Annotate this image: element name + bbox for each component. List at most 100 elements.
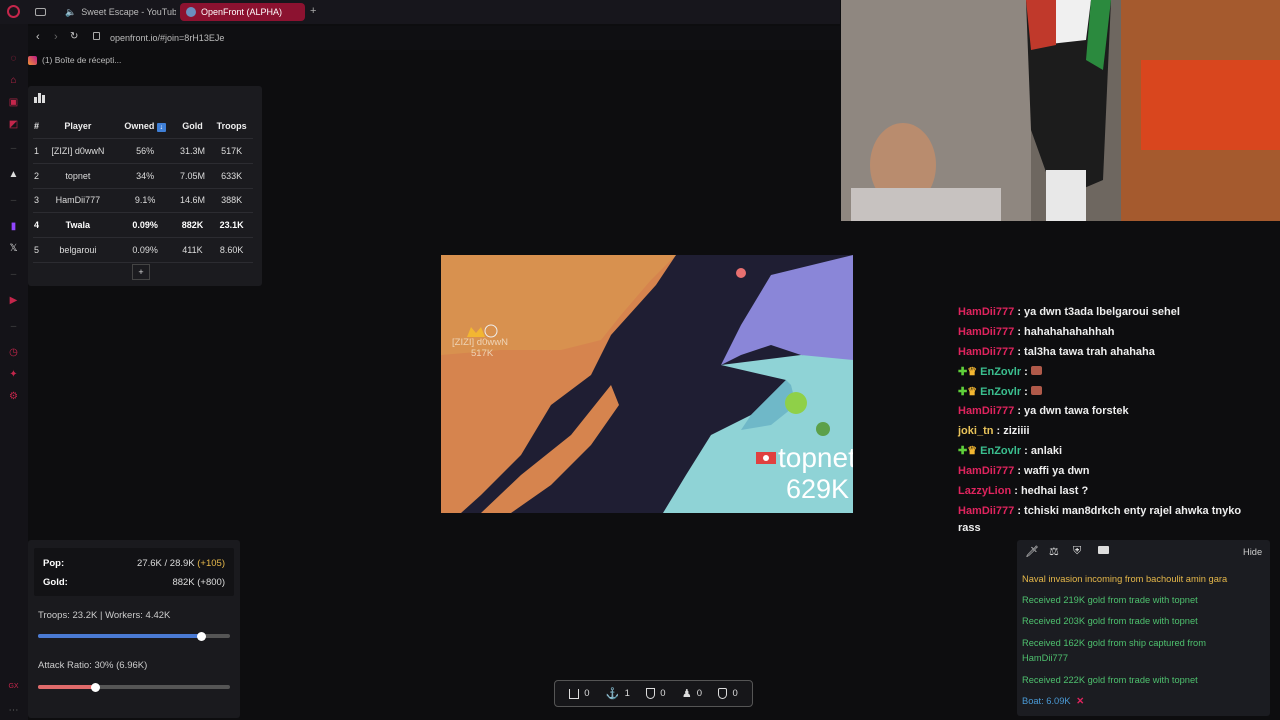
chat-username[interactable]: EnZovlr [980, 386, 1021, 398]
player-stats-panel: Pop: 27.6K / 28.9K (+105) Gold: 882K (+8… [28, 540, 240, 718]
lock-icon [93, 32, 100, 40]
history-icon[interactable]: ◷ [7, 346, 20, 359]
alliance-filter-icon[interactable]: ⛨ [1073, 545, 1081, 558]
row-player: Twala [40, 212, 116, 238]
map-label-topnet-name: topnet [778, 442, 853, 473]
events-hide-button[interactable]: Hide [1243, 547, 1262, 557]
chat-username[interactable]: HamDii777 [958, 346, 1014, 358]
leaderboard-row[interactable]: 2 topnet 34% 7.05M 633K [33, 163, 253, 189]
speaker-icon[interactable]: 🔈 [65, 7, 76, 18]
webcam-overlay [841, 0, 1280, 221]
divider-icon: – [10, 321, 17, 332]
chat-username[interactable]: LazzyLion [958, 485, 1011, 497]
row-rank: 3 [33, 188, 41, 214]
games-icon[interactable]: ▣ [7, 96, 20, 109]
settings-icon[interactable]: ⚙ [7, 390, 20, 403]
build-sam[interactable]: 0 [718, 688, 738, 699]
chat-text: : [1021, 365, 1031, 378]
row-player: belgaroui [40, 237, 116, 263]
row-gold: 882K [174, 212, 211, 238]
arc-icon[interactable]: ▲ [7, 168, 20, 181]
leaderboard-row[interactable]: 3 HamDii777 9.1% 14.6M 388K [33, 188, 253, 214]
moderator-badge-icon: ✚ [958, 385, 968, 398]
chat-username[interactable]: HamDii777 [958, 465, 1014, 477]
stream-chat: HamDii777 : ya dwn t3ada lbelgaroui sehe… [958, 303, 1278, 539]
row-troops: 23.1K [210, 212, 253, 238]
trade-filter-icon[interactable]: ⚖ [1049, 545, 1059, 558]
boat-label: Boat: 6.09K [1022, 696, 1071, 706]
emote-icon [1030, 385, 1042, 395]
leaderboard-header-row: # Player Owned ↓ Gold Troops [33, 114, 253, 140]
header-gold[interactable]: Gold [174, 114, 211, 140]
build-city[interactable]: 0 [569, 688, 589, 699]
boat-close-icon[interactable]: ✕ [1076, 696, 1084, 706]
twitch-icon[interactable]: ▮ [7, 220, 20, 233]
troops-slider-handle[interactable] [196, 631, 206, 641]
row-troops: 8.60K [210, 237, 253, 263]
bookmark-inbox[interactable]: (1) Boîte de récepti... [42, 55, 121, 65]
chat-username[interactable]: HamDii777 [958, 306, 1014, 318]
tab-youtube-label: Sweet Escape - YouTube [81, 7, 176, 17]
moderator-badge-icon: ✚ [958, 365, 968, 378]
back-icon[interactable]: ‹ [36, 31, 40, 43]
leaderboard-row[interactable]: 5 belgaroui 0.09% 411K 8.60K [33, 237, 253, 263]
chat-username[interactable]: EnZovlr [980, 445, 1021, 457]
chat-username[interactable]: HamDii777 [958, 326, 1014, 338]
attack-slider-handle[interactable] [91, 682, 101, 692]
row-player: HamDii777 [40, 188, 116, 214]
tab-switcher-icon[interactable] [35, 8, 46, 16]
sword-filter-icon[interactable]: 🗡 [1025, 545, 1039, 558]
more-icon[interactable]: ⋯ [7, 704, 20, 717]
map-unit-marker [816, 422, 830, 436]
event-trade-gold: Received 203K gold from trade with topne… [1022, 616, 1198, 626]
leaderboard-row-self[interactable]: 4 Twala 0.09% 882K 23.1K [33, 212, 253, 238]
shopping-icon[interactable]: ⌂ [7, 74, 20, 87]
reload-icon[interactable]: ↻ [70, 31, 78, 42]
tab-youtube[interactable]: 🔈 Sweet Escape - YouTube [54, 3, 176, 21]
chat-username[interactable]: joki_tn [958, 425, 993, 437]
chat-username[interactable]: HamDii777 [958, 405, 1014, 417]
attack-slider-fill [38, 685, 96, 689]
tab-openfront[interactable]: OpenFront (ALPHA) [180, 3, 305, 21]
chat-username[interactable]: HamDii777 [958, 505, 1014, 517]
leaderboard-chart-icon[interactable] [34, 93, 45, 103]
map-label-topnet-troops: 629K [786, 474, 850, 504]
instagram-icon [28, 55, 37, 65]
row-gold: 7.05M [174, 163, 211, 189]
header-player[interactable]: Player [40, 114, 116, 140]
chat-text: : ya dwn t3ada lbelgaroui sehel [1014, 306, 1180, 318]
defense-icon [718, 688, 728, 699]
new-tab-button[interactable]: + [310, 5, 316, 17]
build-defense[interactable]: 0 [646, 688, 666, 699]
url-field[interactable]: openfront.io/#join=8rH13EJe [110, 33, 224, 43]
leaderboard-expand-button[interactable]: + [132, 264, 150, 280]
build-port[interactable]: ⚓ 1 [606, 687, 630, 700]
chat-text: : tal3ha tawa trah ahahaha [1014, 345, 1155, 358]
pop-current-max: 27.6K / 28.9K [137, 558, 195, 569]
header-rank: # [33, 114, 41, 140]
forward-icon[interactable]: › [54, 31, 58, 43]
row-gold: 14.6M [174, 188, 211, 214]
crown-badge-icon: ♛ [967, 365, 978, 378]
game-map[interactable]: [ZIZI] d0wwN 517K topnet 629K [441, 255, 853, 513]
opera-logo-icon[interactable] [7, 5, 20, 18]
chat-filter-icon[interactable] [1098, 546, 1109, 554]
gx-icon[interactable]: ◩ [7, 118, 20, 131]
player-icon[interactable]: ▶ [7, 294, 20, 307]
build-count: 0 [584, 688, 590, 699]
leaderboard-row[interactable]: 1 [ZIZI] d0wwN 56% 31.3M 517K [33, 138, 253, 164]
divider-icon: – [10, 269, 17, 280]
build-missile[interactable]: ♟ 0 [682, 687, 702, 700]
row-owned: 34% [115, 163, 175, 189]
row-owned: 9.1% [115, 188, 175, 214]
x-icon[interactable]: 𝕏 [7, 242, 20, 255]
chat-username[interactable]: EnZovlr [980, 366, 1021, 378]
extensions-icon[interactable]: ✦ [7, 368, 20, 381]
row-gold: 411K [174, 237, 211, 263]
aria-icon[interactable]: ◌ [7, 52, 20, 65]
boat-status: Boat: 6.09K ✕ [1022, 694, 1084, 709]
header-owned[interactable]: Owned ↓ [115, 114, 175, 140]
row-troops: 633K [210, 163, 253, 189]
build-count: 0 [660, 688, 666, 699]
header-troops[interactable]: Troops [210, 114, 253, 140]
